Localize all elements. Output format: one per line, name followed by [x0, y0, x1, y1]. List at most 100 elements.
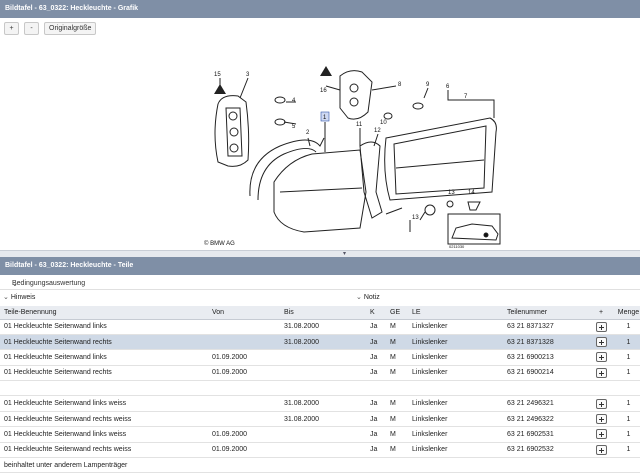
rear-lamp-line: [279, 187, 363, 193]
cell-qty: [613, 457, 640, 474]
chevron-down-icon: ⌄: [3, 294, 9, 301]
cell-ge: [386, 380, 408, 397]
cell-name: 01 Heckleuchte Seitenwand links weiss: [0, 395, 208, 412]
parts-table: Teile-Benennung Von Bis K GE LE Teilenummer + Me…: [0, 306, 640, 474]
cell-part: [503, 457, 585, 474]
callout-16: 16: [320, 88, 327, 94]
table-row[interactable]: 01 Heckleuchte Seitenwand rechts 01.09.20…: [0, 365, 640, 382]
trunk-lamp-shape: [393, 125, 487, 195]
col-part-number-header[interactable]: Teilenummer: [503, 306, 585, 320]
cell-part: 63 21 8371328: [503, 334, 585, 351]
col-qty-header[interactable]: Menge: [613, 306, 640, 320]
hint-toggle[interactable]: ⌄ Hinweis: [3, 293, 35, 301]
cell-part: 63 21 6900214: [503, 365, 585, 382]
cell-add: [585, 319, 613, 335]
notes-label: Notiz: [363, 294, 380, 301]
cell-ge: M: [386, 411, 408, 428]
bulb-socket-2: [349, 97, 359, 107]
cell-qty: 1: [613, 411, 640, 428]
cell-le: [408, 457, 503, 474]
cell-add: [585, 380, 613, 397]
add-to-cart-icon[interactable]: [595, 444, 607, 455]
cell-ge: [386, 457, 408, 474]
table-row[interactable]: 01 Heckleuchte Seitenwand rechts weiss 31…: [0, 411, 640, 428]
condition-label: Bedingungsauswertung: [12, 280, 86, 287]
cell-add: [585, 334, 613, 351]
zoom-in-button[interactable]: +: [4, 22, 19, 35]
parts-diagram: 15 3 4 5 16 8 9 6 7 1 2 11 12 10 13 14 1…: [204, 66, 501, 249]
cell-to: 31.08.2000: [280, 395, 366, 412]
chevron-down-icon[interactable]: ▾: [343, 250, 346, 257]
add-to-cart-icon[interactable]: [595, 429, 607, 440]
cell-k: Ja: [366, 426, 386, 443]
cell-ge: M: [386, 334, 408, 351]
add-to-cart-icon[interactable]: [595, 337, 607, 348]
cell-ge: M: [386, 349, 408, 366]
rear-lamp-shape: [273, 149, 367, 233]
table-row[interactable]: 01 Heckleuchte Seitenwand links 01.09.200…: [0, 349, 640, 366]
cell-ge: M: [386, 395, 408, 412]
cell-le: Linkslenker: [408, 349, 503, 366]
bulb-icon-4: [274, 96, 286, 104]
table-row[interactable]: 01 Heckleuchte Seitenwand links weiss 01.…: [0, 426, 640, 443]
add-to-cart-icon[interactable]: [595, 352, 607, 363]
table-row[interactable]: 01 Heckleuchte Seitenwand links 31.08.200…: [0, 319, 640, 335]
add-to-cart-icon[interactable]: [595, 321, 607, 332]
cell-le: Linkslenker: [408, 411, 503, 428]
col-from-header[interactable]: Von: [208, 306, 280, 320]
callout-6: 6: [446, 84, 450, 90]
col-k-header[interactable]: K: [366, 306, 386, 320]
warning-triangle-icon-2: [320, 66, 332, 76]
original-size-button[interactable]: Originalgröße: [44, 22, 97, 35]
cell-k: Ja: [366, 442, 386, 459]
cell-qty: 1: [613, 395, 640, 412]
zoom-out-button[interactable]: -: [24, 22, 39, 35]
cell-part: 63 21 2496321: [503, 395, 585, 412]
gasket-hole-2: [229, 127, 239, 137]
cell-le: [408, 380, 503, 397]
table-row[interactable]: [0, 380, 640, 397]
zoom-toolbar: + - Originalgröße: [4, 22, 97, 36]
panel-splitter[interactable]: ▾: [0, 250, 640, 257]
cell-qty: [613, 380, 640, 397]
cell-from: [208, 334, 280, 351]
trunk-gasket-shape: [384, 117, 497, 201]
table-row[interactable]: beinhaltet unter anderem Lampenträger: [0, 457, 640, 474]
add-to-cart-icon[interactable]: [595, 414, 607, 425]
col-ge-header[interactable]: GE: [386, 306, 408, 320]
cell-to: [280, 426, 366, 443]
gasket-inner-shape: [225, 107, 243, 157]
cell-name: [0, 380, 208, 397]
cell-add: [585, 395, 613, 412]
cell-qty: 1: [613, 349, 640, 366]
bulb-icon-5: [274, 118, 286, 126]
callout-13-b: 13: [412, 215, 419, 221]
notes-toggle[interactable]: ⌄ Notiz: [356, 293, 380, 301]
side-gasket-inner-shape: [257, 148, 317, 201]
cell-ge: M: [386, 365, 408, 382]
callout-14: 14: [468, 190, 475, 196]
bulb-holder-shape: [339, 70, 373, 120]
table-row[interactable]: 01 Heckleuchte Seitenwand rechts weiss 01…: [0, 442, 640, 459]
add-to-cart-icon[interactable]: [595, 367, 607, 378]
cell-to: [280, 365, 366, 382]
cell-name: 01 Heckleuchte Seitenwand links weiss: [0, 426, 208, 443]
cell-to: [280, 349, 366, 366]
hint-notes-row: ⌄ Hinweis ⌄ Notiz: [0, 292, 640, 304]
cell-k: Ja: [366, 411, 386, 428]
col-name-header[interactable]: Teile-Benennung: [0, 306, 208, 320]
cell-name: 01 Heckleuchte Seitenwand links: [0, 319, 208, 335]
cell-name: 01 Heckleuchte Seitenwand links: [0, 349, 208, 366]
bulb-icon-10: [383, 112, 393, 120]
callout-8: 8: [398, 82, 402, 88]
cell-name: 01 Heckleuchte Seitenwand rechts weiss: [0, 411, 208, 428]
cell-from: 01.09.2000: [208, 365, 280, 382]
add-to-cart-icon[interactable]: [595, 398, 607, 409]
col-to-header[interactable]: Bis: [280, 306, 366, 320]
col-le-header[interactable]: LE: [408, 306, 503, 320]
table-row[interactable]: 01 Heckleuchte Seitenwand links weiss 31.…: [0, 395, 640, 412]
table-row[interactable]: 01 Heckleuchte Seitenwand rechts 31.08.20…: [0, 334, 640, 351]
col-add-header[interactable]: +: [585, 306, 613, 320]
condition-section[interactable]: ⌄ Bedingungsauswertung: [0, 278, 640, 290]
cell-from: [208, 380, 280, 397]
